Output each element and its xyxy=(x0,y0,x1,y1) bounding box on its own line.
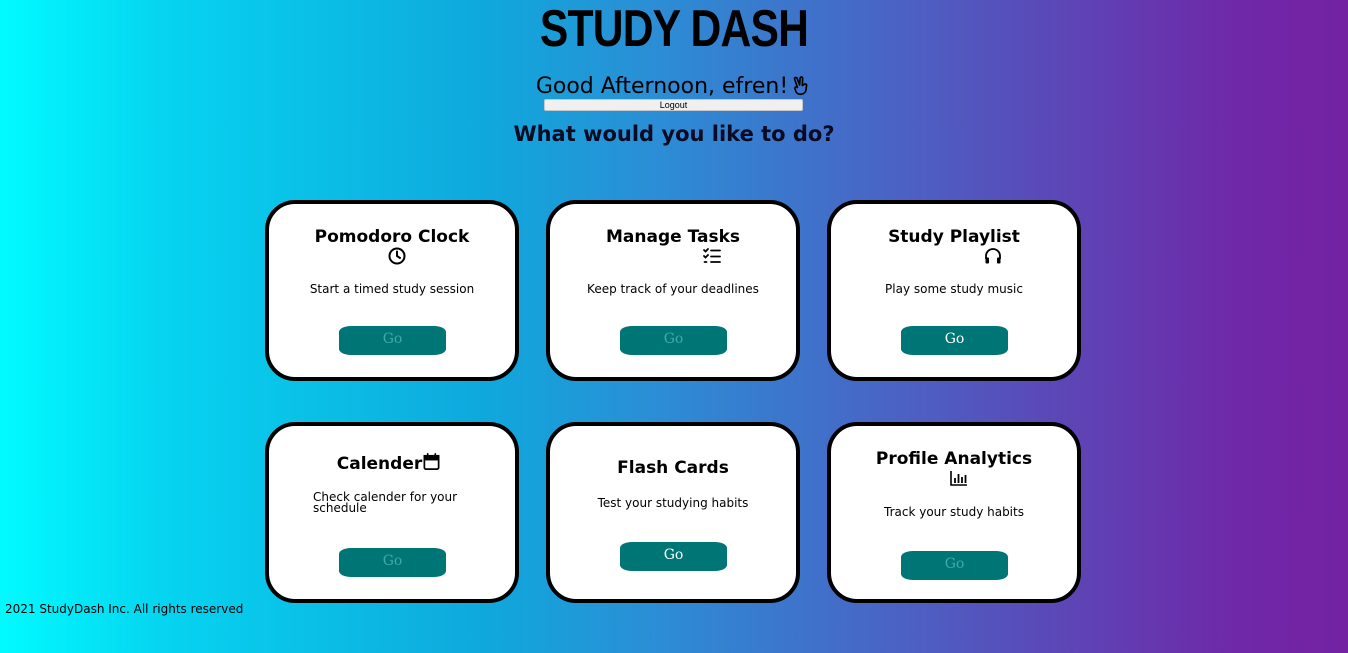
card-title-text: Calender xyxy=(336,454,423,474)
clock-icon xyxy=(388,247,406,265)
card-description: Track your study habits xyxy=(884,505,1024,519)
card-manage-tasks: Manage Tasks Keep track of your deadline… xyxy=(546,200,800,381)
card-title: Profile Analytics xyxy=(875,449,1033,469)
go-button[interactable]: Go xyxy=(901,551,1008,580)
card-calender: Calender Check calender for your schedul… xyxy=(265,422,519,603)
go-button[interactable]: Go xyxy=(620,326,727,355)
card-flash-cards: Flash Cards Test your studying habits Go xyxy=(546,422,800,603)
go-button[interactable]: Go xyxy=(901,326,1008,355)
card-title: Manage Tasks xyxy=(606,227,740,247)
headphones-icon xyxy=(985,248,1001,264)
card-pomodoro-clock: Pomodoro Clock Start a timed study sessi… xyxy=(265,200,519,381)
peace-hand-icon xyxy=(793,76,808,96)
card-title: Pomodoro Clock xyxy=(314,227,470,247)
card-description: Play some study music xyxy=(885,282,1023,296)
card-description: Test your studying habits xyxy=(597,496,749,510)
card-profile-analytics: Profile Analytics Track your study habit… xyxy=(827,422,1081,603)
app-title: STUDY DASH xyxy=(539,0,809,58)
page-question: What would you like to do? xyxy=(513,122,835,146)
go-button[interactable]: Go xyxy=(339,548,446,577)
greeting-text: Good Afternoon, efren! xyxy=(535,73,789,99)
card-description: Start a timed study session xyxy=(309,282,475,296)
greeting: Good Afternoon, efren! xyxy=(0,72,1348,100)
footer-copyright: 2021 StudyDash Inc. All rights reserved xyxy=(5,602,244,616)
go-button[interactable]: Go xyxy=(620,542,727,571)
card-study-playlist: Study Playlist Play some study music Go xyxy=(827,200,1081,381)
calendar-icon xyxy=(423,453,440,470)
go-button[interactable]: Go xyxy=(339,326,446,355)
card-title: Study Playlist xyxy=(888,227,1020,247)
card-description: Keep track of your deadlines xyxy=(587,282,759,296)
task-list-icon xyxy=(703,248,721,263)
logout-button[interactable]: Logout xyxy=(544,99,803,111)
bar-chart-icon xyxy=(950,471,967,486)
card-title: Calender xyxy=(269,452,515,474)
card-title: Flash Cards xyxy=(617,458,729,478)
card-description: Check calender for your schedule xyxy=(313,490,458,515)
